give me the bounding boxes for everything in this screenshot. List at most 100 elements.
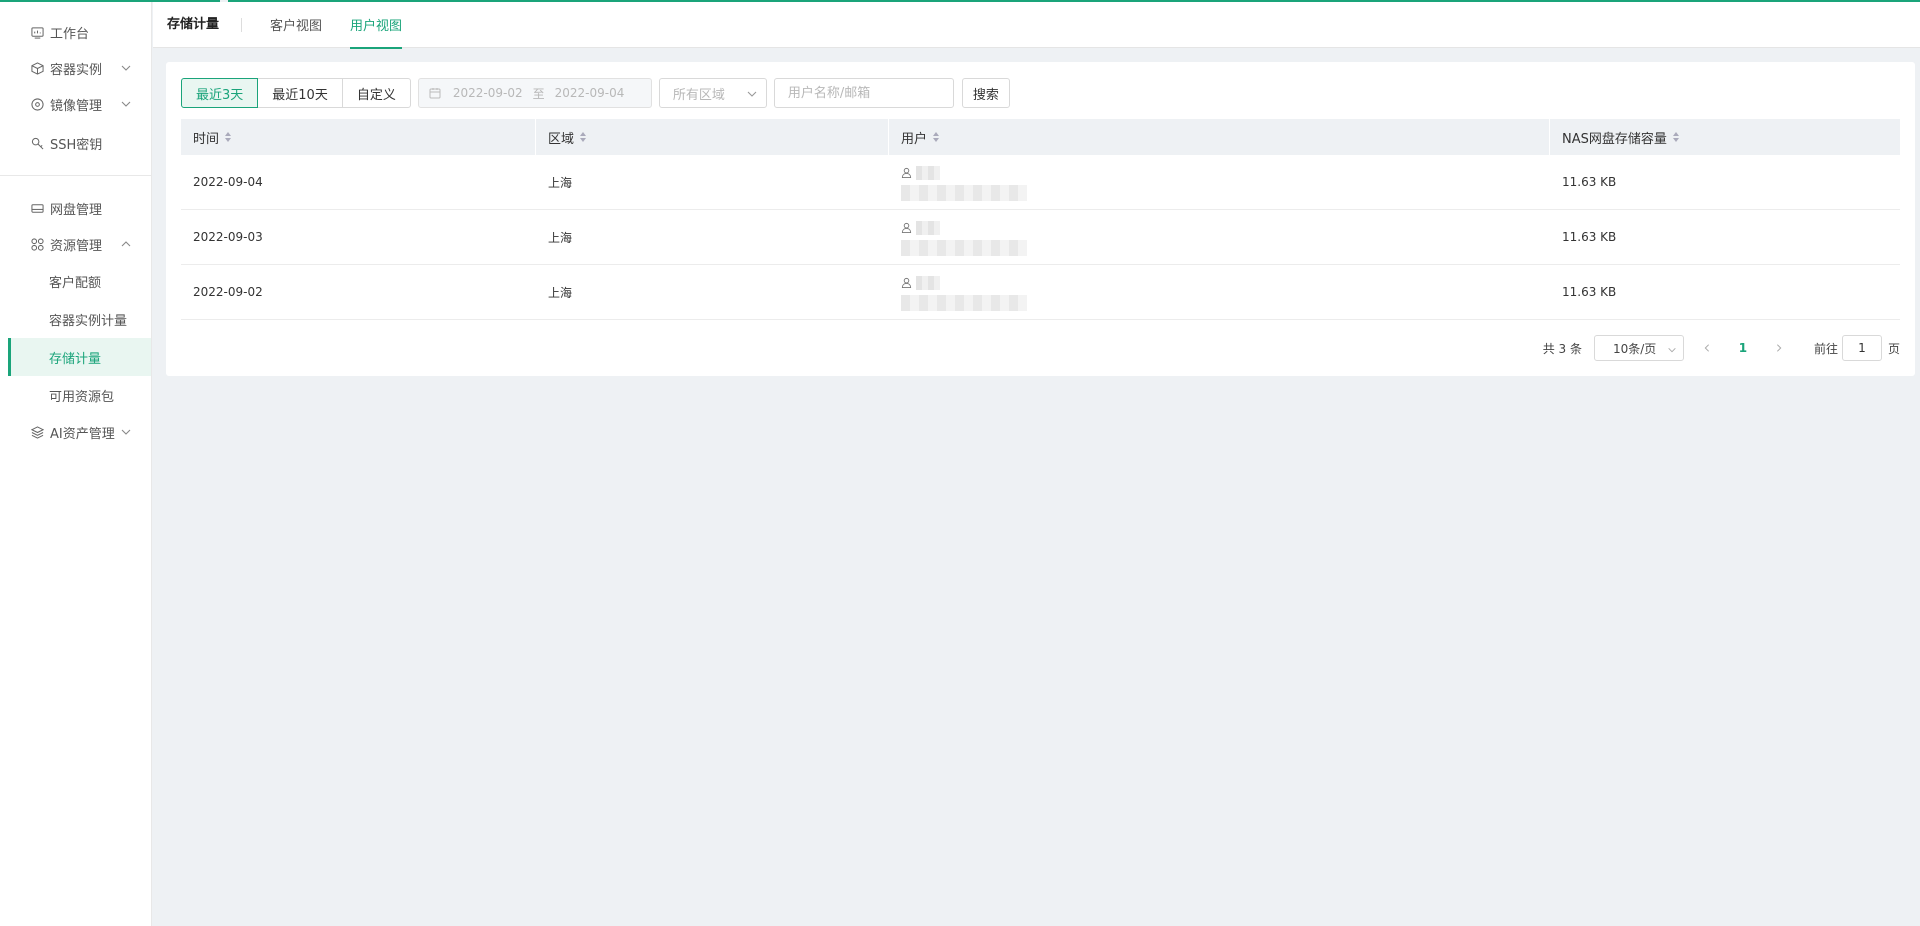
region-select-placeholder: 所有区域 <box>672 87 725 103</box>
cell-region: 上海 <box>548 230 573 245</box>
user-icon <box>901 277 912 288</box>
next-page-button[interactable] <box>1766 335 1792 361</box>
search-button[interactable]: 搜索 <box>961 78 1010 108</box>
sidebar-item-containers[interactable]: 容器实例 <box>0 50 151 86</box>
column-header-region[interactable]: 区域 <box>536 119 889 155</box>
column-label: 区域 <box>548 131 575 147</box>
date-end: 2022-09-04 <box>554 86 625 100</box>
sidebar-item-label: 工作台 <box>50 26 90 42</box>
sidebar-item-label: AI资产管理 <box>50 426 115 442</box>
sidebar-item-label: 资源管理 <box>50 238 103 254</box>
filter-toolbar: 最近3天 最近10天 自定义 2022-09-02 至 2022-09-04 所… <box>181 78 1010 108</box>
prev-page-button[interactable] <box>1694 335 1720 361</box>
page-number[interactable]: 1 <box>1730 335 1756 361</box>
tab-user-view[interactable]: 用户视图 <box>350 2 403 49</box>
sort-icon[interactable] <box>1672 132 1681 142</box>
dashboard-icon <box>30 25 44 39</box>
sidebar-item-label: 网盘管理 <box>50 202 103 218</box>
sort-icon[interactable] <box>580 132 588 142</box>
sidebar-item-label: 容器实例 <box>50 62 103 78</box>
chevron-left-icon <box>1704 344 1709 352</box>
disc-icon <box>30 97 44 111</box>
cell-capacity: 11.63 KB <box>1562 175 1617 189</box>
page-title: 存储计量 <box>167 17 243 32</box>
date-separator: 至 <box>532 86 545 101</box>
sort-icon[interactable] <box>933 132 941 142</box>
cell-time: 2022-09-04 <box>193 175 263 189</box>
date-range-picker[interactable]: 2022-09-02 至 2022-09-04 <box>417 78 652 108</box>
redacted-username <box>916 275 940 290</box>
sidebar-item-ssh-keys[interactable]: SSH密钥 <box>0 125 151 161</box>
sidebar-item-label: SSH密钥 <box>50 137 103 153</box>
grid-icon <box>30 237 44 251</box>
cell-capacity: 11.63 KB <box>1562 230 1617 244</box>
column-header-user[interactable]: 用户 <box>889 119 1550 155</box>
sidebar-sub-storage-metering[interactable]: 存储计量 <box>8 338 151 376</box>
table-row: 2022-09-04 上海 11.63 KB <box>181 155 1900 210</box>
sidebar-item-workbench[interactable]: 工作台 <box>0 14 151 50</box>
layers-icon <box>30 425 44 439</box>
chevron-down-icon <box>120 62 132 74</box>
cell-region: 上海 <box>548 175 573 190</box>
sidebar-item-netdisk[interactable]: 网盘管理 <box>0 190 151 226</box>
cell-time: 2022-09-02 <box>193 285 263 299</box>
redacted-username <box>916 165 940 180</box>
column-label: NAS网盘存储容量 <box>1562 131 1667 147</box>
range-button-group: 最近3天 最近10天 自定义 <box>181 78 411 108</box>
page-suffix: 页 <box>1887 341 1900 356</box>
chevron-up-icon <box>120 238 132 250</box>
column-header-time[interactable]: 时间 <box>181 119 536 155</box>
redacted-email <box>901 294 1027 311</box>
goto-page-input[interactable] <box>1841 335 1882 361</box>
table-row: 2022-09-02 上海 11.63 KB <box>181 265 1900 320</box>
sidebar-sub-resource-packs[interactable]: 可用资源包 <box>0 376 151 414</box>
drive-icon <box>30 201 44 215</box>
user-icon <box>901 222 912 233</box>
sort-icon[interactable] <box>225 132 233 142</box>
user-icon <box>901 167 912 178</box>
cell-user <box>889 210 1550 264</box>
key-icon <box>30 136 44 150</box>
user-search-input[interactable] <box>773 78 954 108</box>
pagination-total: 共 3 条 <box>1542 341 1582 356</box>
sidebar-item-ai-assets[interactable]: AI资产管理 <box>0 414 151 450</box>
range-10days-button[interactable]: 最近10天 <box>257 78 343 108</box>
sidebar-item-label: 镜像管理 <box>50 98 103 114</box>
cell-region: 上海 <box>548 285 573 300</box>
tab-customer-view[interactable]: 客户视图 <box>270 2 322 48</box>
redacted-email <box>901 184 1027 201</box>
sidebar-sub-quota[interactable]: 客户配额 <box>0 262 151 300</box>
page-size-select[interactable]: 10条/页 <box>1593 335 1684 361</box>
chevron-down-icon <box>120 98 132 110</box>
sidebar: 工作台 容器实例 镜像管理 SSH密钥 网盘管理 资源管理 客户配额 容器实例计… <box>0 2 152 926</box>
range-custom-button[interactable]: 自定义 <box>341 78 411 108</box>
calendar-icon <box>429 87 441 99</box>
range-3days-button[interactable]: 最近3天 <box>181 78 259 108</box>
column-header-capacity[interactable]: NAS网盘存储容量 <box>1550 119 1900 155</box>
sidebar-item-resources[interactable]: 资源管理 <box>0 226 151 262</box>
content-card: 最近3天 最近10天 自定义 2022-09-02 至 2022-09-04 所… <box>166 62 1915 376</box>
pagination: 共 3 条 10条/页 1 前往 页 <box>1543 335 1900 361</box>
goto-label: 前往 <box>1813 341 1838 356</box>
cube-icon <box>30 61 44 75</box>
column-label: 时间 <box>193 131 220 147</box>
redacted-username <box>916 220 940 235</box>
table-row: 2022-09-03 上海 11.63 KB <box>181 210 1900 265</box>
sidebar-sub-container-metering[interactable]: 容器实例计量 <box>0 300 151 338</box>
sidebar-divider <box>0 175 151 176</box>
chevron-down-icon <box>1667 344 1677 354</box>
cell-user <box>889 155 1550 209</box>
date-start: 2022-09-02 <box>452 86 523 100</box>
chevron-right-icon <box>1776 344 1782 352</box>
column-label: 用户 <box>901 131 928 147</box>
region-select[interactable]: 所有区域 <box>658 78 767 108</box>
chevron-down-icon <box>120 426 132 438</box>
table-header: 时间 区域 用户 NAS网盘存储容量 <box>181 119 1900 155</box>
cell-user <box>889 265 1550 319</box>
sidebar-item-images[interactable]: 镜像管理 <box>0 86 151 122</box>
redacted-email <box>901 239 1027 256</box>
page-size-value: 10条/页 <box>1612 341 1657 356</box>
storage-table: 时间 区域 用户 NAS网盘存储容量 2022-09-04 上海 11.63 K… <box>181 119 1900 320</box>
page-header: 存储计量 客户视图 用户视图 <box>153 2 1920 49</box>
cell-capacity: 11.63 KB <box>1562 285 1617 299</box>
